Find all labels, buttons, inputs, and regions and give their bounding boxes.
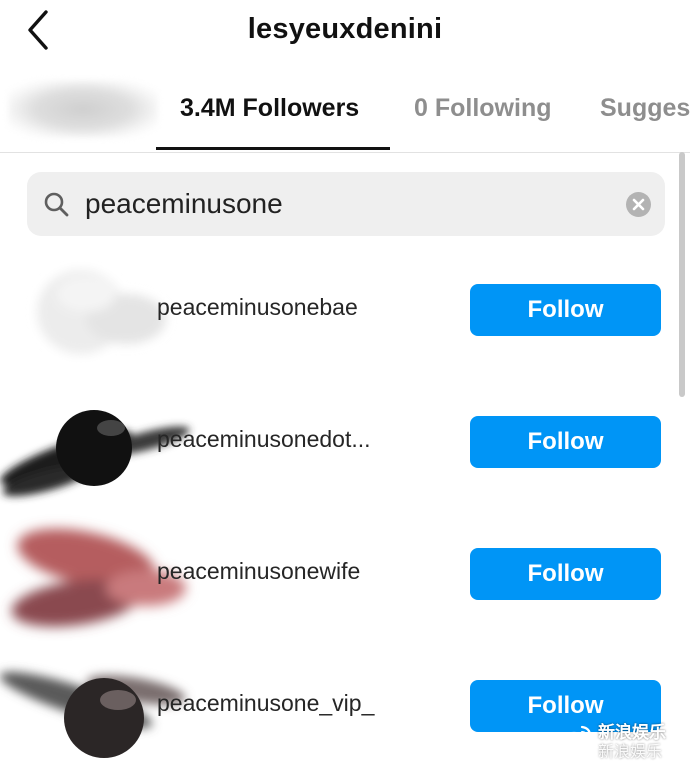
username[interactable]: peaceminusonedot... (157, 426, 371, 453)
clear-icon[interactable] (626, 192, 651, 217)
follow-button[interactable]: Follow (470, 548, 661, 600)
watermark-subtext: 新浪娱乐 (598, 744, 663, 761)
follow-button[interactable]: Follow (470, 284, 661, 336)
active-tab-indicator (156, 147, 390, 150)
username[interactable]: peaceminusone_vip_ (157, 690, 374, 717)
list-item[interactable]: peaceminusonebae Follow (0, 250, 690, 370)
tab-followers[interactable]: 3.4M Followers (180, 94, 359, 123)
avatar[interactable] (0, 660, 186, 758)
username[interactable]: peaceminusonebae (157, 294, 358, 321)
blurred-tab (8, 80, 158, 138)
avatar[interactable] (11, 528, 186, 627)
page-title: lesyeuxdenini (247, 13, 443, 45)
follow-button[interactable]: Follow (470, 416, 661, 468)
avatar[interactable] (0, 396, 190, 497)
list-item[interactable]: peaceminusonewife Follow (0, 514, 690, 634)
top-bar: lesyeuxdenini (0, 0, 690, 62)
tab-suggested[interactable]: Sugges (600, 94, 690, 123)
tab-following[interactable]: 0 Following (414, 94, 552, 123)
list-item[interactable]: peaceminusonedot... Follow (0, 382, 690, 502)
scrollbar[interactable] (679, 152, 685, 397)
weibo-logo-icon (560, 725, 592, 751)
tab-bar: 3.4M Followers 0 Following Sugges (0, 70, 690, 153)
search-bar[interactable] (27, 172, 665, 236)
username[interactable]: peaceminusonewife (157, 558, 360, 585)
watermark: 新浪娱乐 新浪娱乐 (560, 718, 685, 761)
avatar[interactable] (26, 264, 166, 359)
search-icon (44, 192, 69, 217)
search-input[interactable] (85, 182, 605, 226)
